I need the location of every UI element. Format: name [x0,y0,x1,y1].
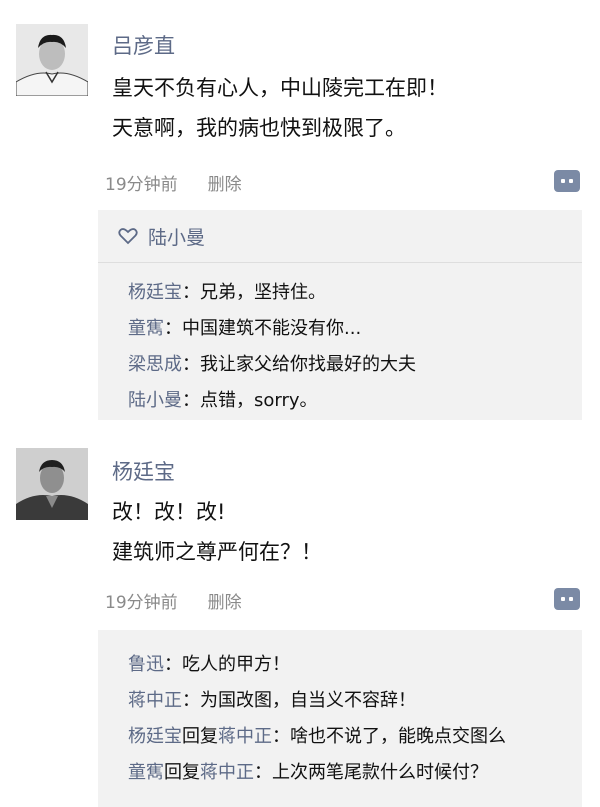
post-text-line: 建筑师之尊严何在？！ [112,540,322,564]
reply-separator: ： [182,390,200,411]
delete-button[interactable]: 删除 [208,175,242,195]
reply-row[interactable]: 梁思成：我让家父给你找最好的大夫 [128,350,416,376]
reply-text: 我让家父给你找最好的大夫 [200,354,416,375]
reply-text: 中国建筑不能没有你... [182,318,362,339]
reply-author[interactable]: 蒋中正 [128,690,182,711]
heart-icon [118,228,138,245]
reply-text: 为国改图，自当义不容辞！ [200,690,416,711]
reply-separator: ： [182,282,200,303]
reply-text: 上次两笔尾款什么时候付？ [272,762,488,783]
likes-row: 陆小曼 [98,210,582,263]
comment-icon[interactable] [554,588,580,610]
reply-author[interactable]: 鲁迅 [128,654,164,675]
reply-row[interactable]: 童寯：中国建筑不能没有你... [128,314,361,340]
avatar[interactable] [16,448,88,520]
reply-separator: ： [182,354,200,375]
reply-author[interactable]: 陆小曼 [128,390,182,411]
likes-name[interactable]: 陆小曼 [148,223,205,250]
timestamp: 19分钟前 [105,593,178,613]
reply-row[interactable]: 杨廷宝：兄弟，坚持住。 [128,278,326,304]
reply-row[interactable]: 童寯回复蒋中正：上次两笔尾款什么时候付？ [128,758,488,784]
portrait-image [16,24,88,96]
comment-icon[interactable] [554,170,580,192]
reply-text: 啥也不说了，能晚点交图么 [290,726,506,747]
reply-mid: 回复 [164,762,200,783]
reply-target[interactable]: 蒋中正 [200,762,254,783]
reply-mid: 回复 [182,726,218,747]
comment-panel: 鲁迅：吃人的甲方！ 蒋中正：为国改图，自当义不容辞！ 杨廷宝回复蒋中正：啥也不说… [98,630,582,807]
reply-row[interactable]: 陆小曼：点错，sorry。 [128,386,318,412]
reply-separator: ： [254,762,272,783]
delete-button[interactable]: 删除 [208,593,242,613]
reply-separator: ： [272,726,290,747]
reply-text: 吃人的甲方！ [182,654,290,675]
post-meta: 19分钟前 删除 [105,170,242,195]
reply-author[interactable]: 杨廷宝 [128,726,182,747]
reply-separator: ： [164,654,182,675]
avatar[interactable] [16,24,88,96]
reply-target[interactable]: 蒋中正 [218,726,272,747]
comment-panel: 陆小曼 杨廷宝：兄弟，坚持住。 童寯：中国建筑不能没有你... 梁思成：我让家父… [98,210,582,420]
author-name[interactable]: 杨廷宝 [112,456,175,486]
reply-author[interactable]: 童寯 [128,762,164,783]
reply-row[interactable]: 杨廷宝回复蒋中正：啥也不说了，能晚点交图么 [128,722,506,748]
reply-row[interactable]: 鲁迅：吃人的甲方！ [128,650,290,676]
post-meta: 19分钟前 删除 [105,588,242,613]
reply-text: 兄弟，坚持住。 [200,282,326,303]
reply-separator: ： [182,690,200,711]
timestamp: 19分钟前 [105,175,178,195]
author-name[interactable]: 吕彦直 [112,30,175,60]
reply-separator: ： [164,318,182,339]
reply-author[interactable]: 梁思成 [128,354,182,375]
portrait-image [16,448,88,520]
reply-text: 点错，sorry。 [200,390,318,411]
post-text-line: 天意啊，我的病也快到极限了。 [112,116,406,140]
reply-row[interactable]: 蒋中正：为国改图，自当义不容辞！ [128,686,416,712]
post-text-line: 皇天不负有心人，中山陵完工在即！ [112,76,448,100]
reply-author[interactable]: 杨廷宝 [128,282,182,303]
reply-author[interactable]: 童寯 [128,318,164,339]
post-text-line: 改！改！改! [112,500,226,524]
